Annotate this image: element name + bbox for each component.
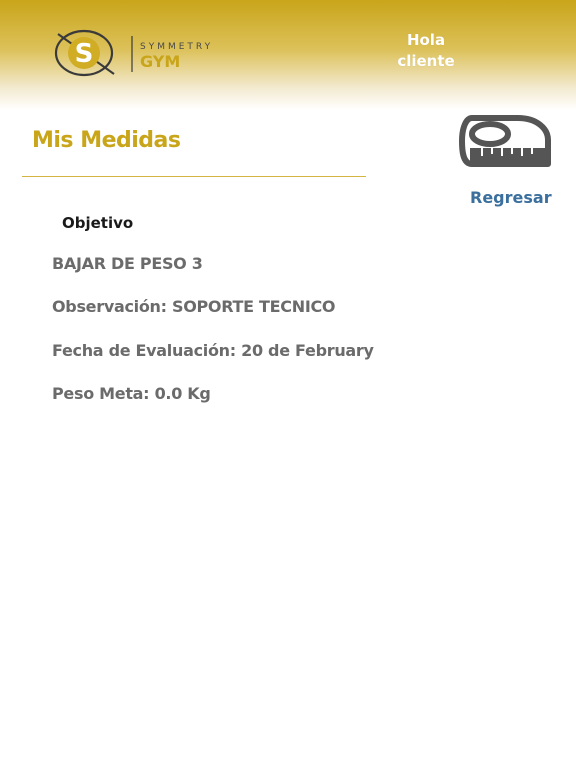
symmetry-gym-logo-icon: S — [54, 29, 133, 77]
observation-row: Observación: SOPORTE TECNICO — [52, 297, 336, 316]
logo-text-bottom: GYM — [140, 52, 181, 71]
user-greeting: Hola cliente — [386, 30, 466, 72]
observation-label: Observación: — [52, 297, 167, 316]
header-bar: S SYMMETRY GYM Hola cliente — [0, 0, 576, 110]
objective-section-label: Objetivo — [62, 214, 134, 232]
greeting-line-1: Hola — [406, 31, 446, 49]
page-title: Mis Medidas — [32, 128, 181, 153]
greeting-line-2: cliente — [397, 52, 455, 70]
measuring-tape-icon — [459, 115, 551, 167]
target-weight-value: 0.0 Kg — [154, 384, 211, 403]
target-weight-label: Peso Meta: — [52, 384, 150, 403]
evaluation-date-label: Fecha de Evaluación: — [52, 341, 236, 360]
title-divider — [22, 176, 366, 177]
target-weight-row: Peso Meta: 0.0 Kg — [52, 384, 211, 403]
svg-text:S: S — [75, 39, 94, 69]
evaluation-date-row: Fecha de Evaluación: 20 de February — [52, 341, 374, 360]
evaluation-date-value: 20 de February — [241, 341, 374, 360]
observation-value: SOPORTE TECNICO — [171, 297, 336, 316]
logo-text-top: SYMMETRY — [140, 42, 214, 52]
objective-name: BAJAR DE PESO 3 — [52, 254, 203, 273]
back-link[interactable]: Regresar — [470, 188, 552, 207]
